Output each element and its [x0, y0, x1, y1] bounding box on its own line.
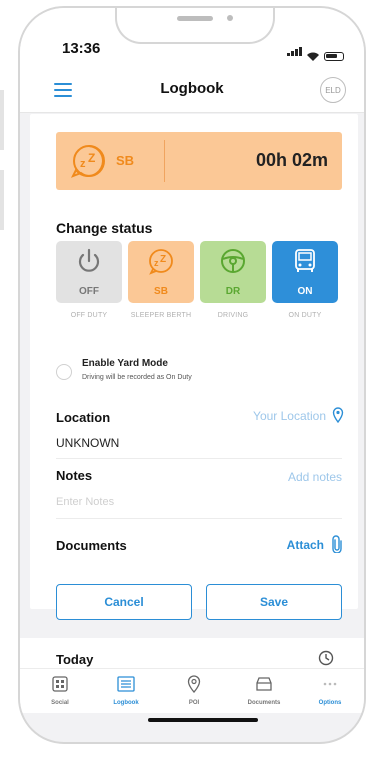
tab-options[interactable]: Options	[300, 675, 360, 706]
tab-documents[interactable]: Documents	[234, 675, 294, 706]
status-code: DR	[225, 286, 241, 297]
clock: 13:36	[62, 40, 101, 57]
bottom-tab-bar: Social Logbook POI Documents Options	[20, 668, 364, 713]
top-navigation: Logbook ELD	[20, 68, 364, 113]
yard-mode-radio[interactable]	[56, 364, 72, 380]
battery-icon	[324, 52, 344, 61]
notes-label: Notes	[56, 468, 93, 483]
sleeper-icon: z Z	[70, 145, 105, 178]
divider	[56, 458, 342, 459]
status-bar: 13:36	[20, 8, 364, 68]
truck-icon	[295, 249, 315, 272]
status-code: SB	[154, 286, 168, 297]
status-caption: SLEEPER BERTH	[130, 312, 192, 319]
status-caption: DRIVING	[217, 312, 249, 319]
page-title: Logbook	[160, 80, 224, 97]
phone-frame: 13:36 Logbook ELD z Z SB 00h 02m Change …	[18, 6, 366, 744]
camera-icon	[227, 15, 233, 21]
change-status-title: Change status	[56, 220, 153, 236]
location-pin-icon[interactable]	[332, 407, 344, 423]
social-icon	[52, 676, 68, 692]
svg-text:Z: Z	[88, 151, 95, 165]
cancel-button[interactable]: Cancel	[56, 584, 192, 620]
status-code: OFF	[79, 286, 99, 297]
today-section: Today	[20, 638, 364, 668]
signal-icon	[286, 43, 302, 61]
status-option-off[interactable]: OFF OFF DUTY	[56, 241, 122, 319]
your-location-link[interactable]: Your Location	[253, 409, 326, 423]
location-label: Location	[56, 410, 111, 425]
status-option-sleeper[interactable]: z Z SB SLEEPER BERTH	[128, 241, 194, 319]
today-label: Today	[56, 652, 94, 667]
tab-label: Social	[51, 700, 69, 706]
wifi-icon	[307, 52, 319, 61]
current-status-code: SB	[116, 153, 135, 168]
svg-text:z: z	[154, 258, 159, 268]
current-status-banner: z Z SB 00h 02m	[56, 132, 342, 190]
logbook-icon	[117, 676, 135, 692]
tab-label: Logbook	[113, 700, 139, 706]
divider	[56, 518, 342, 519]
add-notes-link[interactable]: Add notes	[288, 470, 342, 484]
documents-icon	[256, 677, 272, 691]
status-card: z Z SB 00h 02m Change status OFF OFF DUT…	[30, 114, 358, 620]
status-caption: OFF DUTY	[70, 312, 108, 319]
documents-label: Documents	[56, 538, 127, 553]
paperclip-icon[interactable]	[332, 535, 342, 553]
status-caption: ON DUTY	[288, 312, 322, 319]
tab-label: POI	[188, 700, 200, 706]
notes-input[interactable]: Enter Notes	[56, 496, 114, 508]
yard-mode-title: Enable Yard Mode	[82, 358, 168, 369]
save-button[interactable]: Save	[206, 584, 342, 620]
yard-mode-description: Driving will be recorded as On Duty	[82, 374, 192, 381]
device-edge	[0, 90, 4, 150]
svg-text:z: z	[80, 158, 86, 170]
status-code: ON	[297, 286, 313, 297]
status-option-on-duty[interactable]: ON ON DUTY	[272, 241, 338, 319]
tab-label: Options	[318, 700, 342, 706]
clock-icon[interactable]	[318, 650, 334, 666]
status-duration: 00h 02m	[255, 150, 328, 170]
tab-social[interactable]: Social	[30, 675, 90, 706]
status-options: OFF OFF DUTY z Z SB SLEEPER BERTH DR DRI…	[56, 241, 338, 319]
attach-link[interactable]: Attach	[287, 538, 324, 552]
poi-icon	[187, 675, 201, 693]
speaker-icon	[177, 16, 213, 21]
options-icon	[323, 682, 337, 686]
location-value: UNKNOWN	[56, 436, 120, 450]
banner-divider	[164, 140, 165, 182]
device-edge	[0, 170, 4, 230]
tab-logbook[interactable]: Logbook	[96, 675, 156, 706]
power-icon	[78, 248, 100, 272]
sleeper-icon: z Z	[149, 249, 173, 275]
home-indicator	[148, 718, 258, 722]
svg-text:Z: Z	[160, 254, 166, 265]
system-icons	[286, 43, 344, 61]
tab-poi[interactable]: POI	[164, 675, 224, 706]
steering-wheel-icon	[221, 249, 245, 273]
status-option-driving[interactable]: DR DRIVING	[200, 241, 266, 319]
eld-badge[interactable]: ELD	[320, 77, 346, 103]
notch	[115, 8, 275, 44]
tab-label: Documents	[247, 700, 281, 706]
